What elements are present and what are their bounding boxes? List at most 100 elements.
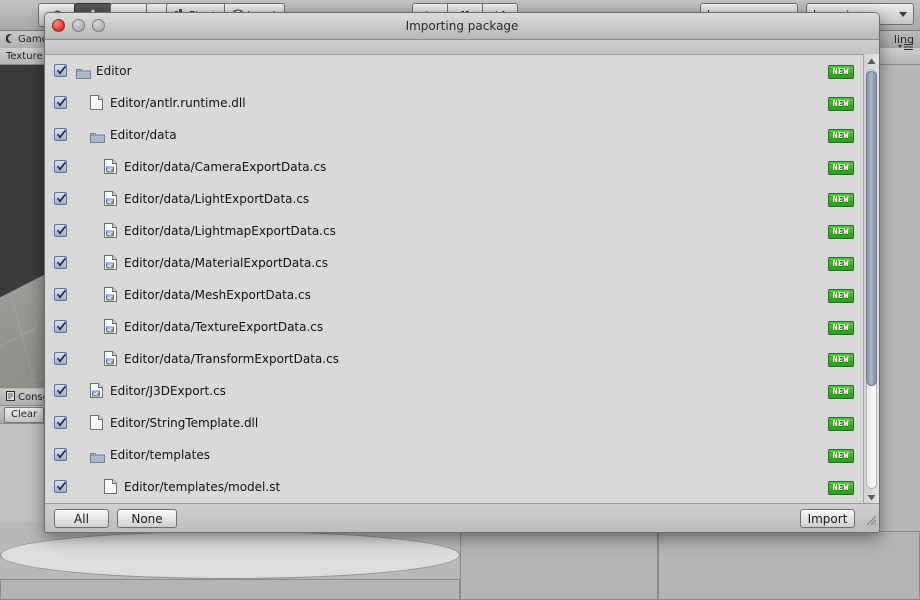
import-button[interactable]: Import [800, 509, 855, 528]
package-file-row[interactable]: C# Editor/J3DExport.cs NEW [45, 375, 879, 407]
file-checkbox[interactable] [54, 96, 67, 109]
file-path-label: Editor [96, 64, 132, 78]
new-status-badge: NEW [827, 353, 854, 367]
window-controls [52, 19, 105, 32]
minimize-window-button[interactable] [72, 19, 85, 32]
dialog-subheader [45, 40, 879, 55]
file-path-label: Editor/StringTemplate.dll [110, 416, 259, 430]
file-icon [90, 95, 103, 114]
file-path-label: Editor/templates/model.st [124, 480, 281, 494]
new-status-badge: NEW [827, 161, 854, 175]
zoom-window-button[interactable] [92, 19, 105, 32]
scroll-up-button[interactable] [864, 54, 879, 68]
package-file-row[interactable]: C# Editor/data/TextureExportData.cs NEW [45, 311, 879, 343]
file-checkbox[interactable] [54, 64, 67, 77]
package-file-row[interactable]: Editor/antlr.runtime.dll NEW [45, 87, 879, 119]
bottom-right-panel [658, 531, 920, 600]
package-file-row[interactable]: C# Editor/data/MaterialExportData.cs NEW [45, 247, 879, 279]
resize-grip[interactable] [863, 511, 877, 530]
package-file-row[interactable]: C# Editor/data/MeshExportData.cs NEW [45, 279, 879, 311]
new-status-badge: NEW [827, 193, 854, 207]
bottom-center-panel [460, 531, 658, 600]
file-path-label: Editor/data/CameraExportData.cs [124, 160, 327, 174]
new-status-badge: NEW [827, 321, 854, 335]
file-checkbox[interactable] [54, 256, 67, 269]
file-path-label: Editor/data/MaterialExportData.cs [124, 256, 328, 270]
clear-button[interactable]: Clear [4, 406, 45, 423]
scrollbar-thumb[interactable] [866, 71, 877, 386]
chevron-down-icon [899, 11, 907, 17]
svg-text:C#: C# [93, 391, 100, 397]
svg-text:C#: C# [107, 327, 114, 333]
file-checkbox[interactable] [54, 288, 67, 301]
select-all-button[interactable]: All [54, 509, 109, 528]
file-checkbox[interactable] [54, 160, 67, 173]
new-status-badge: NEW [827, 449, 854, 463]
console-tab-icon [6, 390, 15, 404]
clear-label: Clear [11, 409, 38, 420]
csharp-file-icon: C# [104, 191, 117, 210]
package-file-row[interactable]: C# Editor/data/LightmapExportData.cs NEW [45, 215, 879, 247]
game-tab-icon [5, 33, 15, 46]
file-path-label: Editor/data/MeshExportData.cs [124, 288, 311, 302]
file-checkbox[interactable] [54, 448, 67, 461]
package-file-row[interactable]: Editor/StringTemplate.dll NEW [45, 407, 879, 439]
file-checkbox[interactable] [54, 384, 67, 397]
csharp-file-icon: C# [104, 223, 117, 242]
new-status-badge: NEW [827, 65, 854, 79]
file-path-label: Editor/data/TransformExportData.cs [124, 352, 339, 366]
new-status-badge: NEW [827, 257, 854, 271]
scroll-down-button[interactable] [864, 490, 879, 504]
file-checkbox[interactable] [54, 224, 67, 237]
svg-text:C#: C# [107, 359, 114, 365]
package-file-list[interactable]: Editor NEW Editor/antlr.runtime.dll NEW Edit… [45, 54, 879, 505]
svg-text:C#: C# [107, 231, 114, 237]
csharp-file-icon: C# [104, 159, 117, 178]
folder-icon [90, 129, 105, 148]
select-none-button[interactable]: None [117, 509, 177, 528]
svg-text:C#: C# [107, 263, 114, 269]
file-path-label: Editor/data [110, 128, 177, 142]
file-checkbox[interactable] [54, 192, 67, 205]
new-status-badge: NEW [827, 481, 854, 495]
file-checkbox[interactable] [54, 320, 67, 333]
new-status-badge: NEW [827, 225, 854, 239]
package-file-row[interactable]: C# Editor/data/CameraExportData.cs NEW [45, 151, 879, 183]
dialog-titlebar[interactable]: Importing package [45, 13, 879, 40]
file-checkbox[interactable] [54, 480, 67, 493]
bottom-left-footer [0, 579, 460, 600]
package-file-row[interactable]: Editor/data NEW [45, 119, 879, 151]
new-status-badge: NEW [827, 97, 854, 111]
folder-icon [90, 449, 105, 468]
file-icon [90, 415, 103, 434]
panel-menu-icon[interactable] [898, 36, 914, 55]
list-scrollbar[interactable] [863, 54, 879, 504]
svg-text:C#: C# [107, 199, 114, 205]
bottom-left-panel [0, 531, 460, 579]
import-label: Import [807, 511, 848, 526]
dialog-footer: All None Import [45, 503, 879, 532]
package-file-row[interactable]: Editor NEW [45, 55, 879, 87]
package-file-row[interactable]: C# Editor/data/LightExportData.cs NEW [45, 183, 879, 215]
dialog-title: Importing package [405, 19, 519, 33]
file-checkbox[interactable] [54, 416, 67, 429]
close-window-button[interactable] [52, 19, 65, 32]
new-status-badge: NEW [827, 417, 854, 431]
csharp-file-icon: C# [104, 255, 117, 274]
package-file-row[interactable]: Editor/templates NEW [45, 439, 879, 471]
texture-label: Texture [6, 50, 43, 62]
svg-text:C#: C# [107, 295, 114, 301]
file-checkbox[interactable] [54, 352, 67, 365]
file-path-label: Editor/data/LightExportData.cs [124, 192, 310, 206]
all-label: All [74, 511, 89, 526]
file-checkbox[interactable] [54, 128, 67, 141]
new-status-badge: NEW [827, 385, 854, 399]
svg-text:C#: C# [107, 167, 114, 173]
new-status-badge: NEW [827, 289, 854, 303]
file-path-label: Editor/J3DExport.cs [110, 384, 226, 398]
file-path-label: Editor/data/TextureExportData.cs [124, 320, 324, 334]
package-file-row[interactable]: C# Editor/data/TransformExportData.cs NEW [45, 343, 879, 375]
package-file-row[interactable]: Editor/templates/model.st NEW [45, 471, 879, 503]
csharp-file-icon: C# [104, 319, 117, 338]
csharp-file-icon: C# [104, 351, 117, 370]
